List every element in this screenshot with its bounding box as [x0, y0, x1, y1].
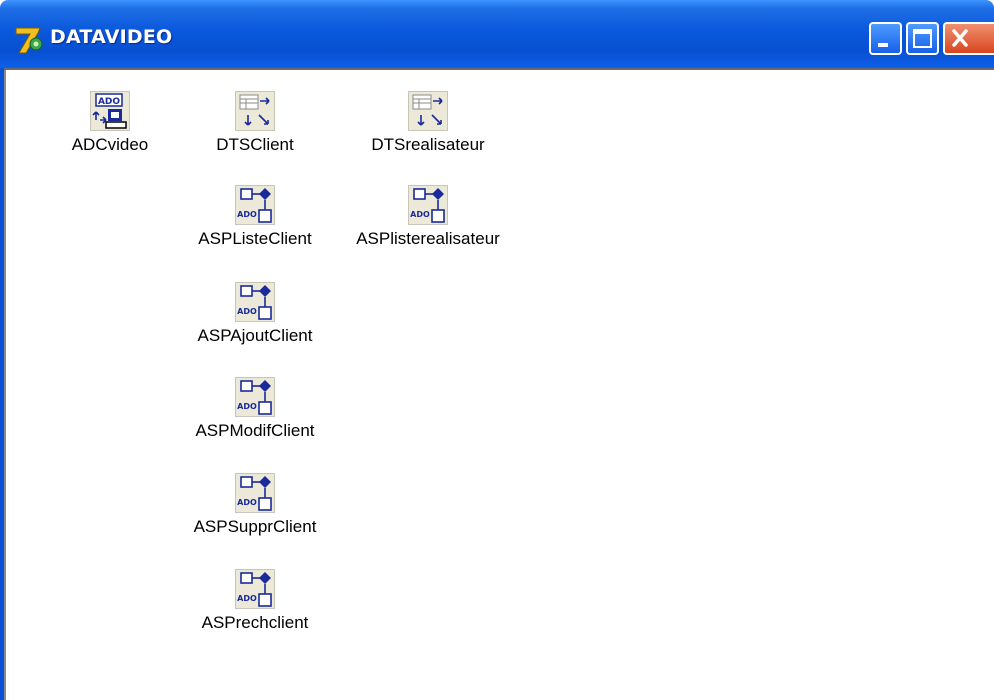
component-label: ASPAjoutClient: [197, 326, 313, 345]
close-button[interactable]: [943, 22, 994, 55]
title-bar[interactable]: DATAVIDEO: [0, 0, 994, 68]
component-label: DTSClient: [216, 135, 294, 154]
dts-icon: [408, 91, 448, 131]
dts-icon: [235, 91, 275, 131]
ado-stored-proc-icon: [235, 377, 275, 417]
component-label: ADCvideo: [71, 135, 149, 154]
component-asprechclient[interactable]: ASPrechclient: [180, 569, 330, 633]
client-area-edge: [4, 70, 6, 700]
component-label: ASPListeClient: [198, 229, 312, 248]
app-logo-icon: [15, 27, 43, 54]
window-title: DATAVIDEO: [50, 26, 173, 48]
minimize-button[interactable]: [869, 22, 902, 55]
component-label: ASPlisterealisateur: [356, 229, 500, 248]
ado-stored-proc-icon: [235, 282, 275, 322]
ado-connection-icon: [90, 91, 130, 131]
component-label: DTSrealisateur: [371, 135, 485, 154]
maximize-icon: [913, 29, 932, 48]
component-label: ASPrechclient: [201, 613, 309, 632]
component-label: ASPSupprClient: [193, 517, 317, 536]
component-asplisterealisateur[interactable]: ASPlisterealisateur: [353, 185, 503, 249]
ado-stored-proc-icon: [235, 569, 275, 609]
ado-stored-proc-icon: [408, 185, 448, 225]
maximize-button[interactable]: [906, 22, 939, 55]
component-label: ASPModifClient: [195, 421, 315, 440]
window-frame-top: [4, 68, 994, 70]
component-asplisteclient[interactable]: ASPListeClient: [180, 185, 330, 249]
close-icon: [952, 29, 968, 47]
minimize-icon: [878, 43, 888, 47]
component-aspmodifclient[interactable]: ASPModifClient: [180, 377, 330, 441]
component-aspsupprclient[interactable]: ASPSupprClient: [180, 473, 330, 537]
ado-stored-proc-icon: [235, 473, 275, 513]
component-dtsclient[interactable]: DTSClient: [180, 91, 330, 155]
ado-stored-proc-icon: [235, 185, 275, 225]
component-adcvideo[interactable]: ADCvideo: [35, 91, 185, 155]
component-aspajoutclient[interactable]: ASPAjoutClient: [180, 282, 330, 346]
component-dtsrealisateur[interactable]: DTSrealisateur: [353, 91, 503, 155]
